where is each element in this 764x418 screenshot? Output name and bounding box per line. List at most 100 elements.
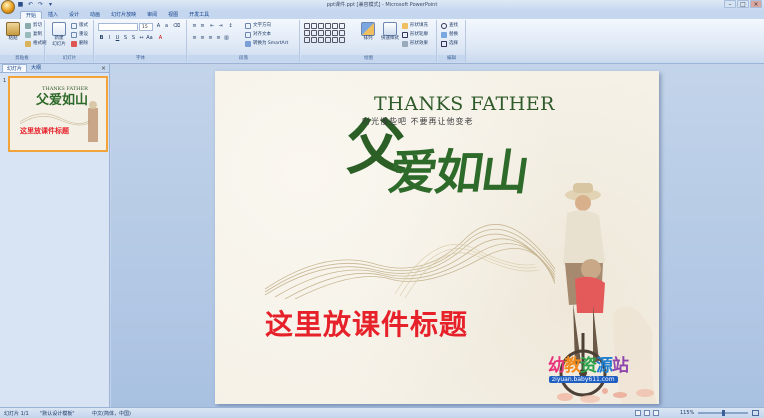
shape-icon[interactable] xyxy=(318,37,324,43)
tab-review[interactable]: 审阅 xyxy=(142,11,162,19)
maximize-button[interactable]: □ xyxy=(737,0,749,8)
quick-styles-icon xyxy=(383,22,397,36)
tab-view[interactable]: 视图 xyxy=(163,11,183,19)
italic-icon[interactable]: I xyxy=(106,35,113,42)
justify-icon[interactable]: ≡ xyxy=(215,35,222,42)
title-bar: ■ ↶ ↷ ▾ ppt课件.ppt [兼容模式] - Microsoft Pow… xyxy=(0,0,764,14)
spacing-icon[interactable]: ↔ xyxy=(138,35,145,42)
shrink-font-icon[interactable]: a xyxy=(163,23,170,30)
shape-icon[interactable] xyxy=(325,23,331,29)
font-name-combo[interactable] xyxy=(98,23,138,31)
tab-insert[interactable]: 插入 xyxy=(43,11,63,19)
change-case-icon[interactable]: Aa xyxy=(146,35,153,42)
replace-icon xyxy=(441,32,447,38)
line-spacing-icon[interactable]: ↕ xyxy=(227,23,234,30)
shape-icon[interactable] xyxy=(325,37,331,43)
select-button[interactable]: 选择 xyxy=(441,40,458,48)
slide-canvas[interactable]: 父 THANKS FATHER 时光慢些吧 不要再让他变老 爱如山 这里放课件标… xyxy=(215,71,659,404)
tab-outline[interactable]: 大纲 xyxy=(27,64,45,72)
slide-thumbnail[interactable]: THANKS FATHER 父爱如山 这里放课件标题 xyxy=(8,76,108,152)
copy-button[interactable]: 复制 xyxy=(25,31,42,39)
tab-design[interactable]: 设计 xyxy=(64,11,84,19)
columns-icon[interactable]: ▥ xyxy=(223,35,230,42)
arrange-icon xyxy=(361,22,375,36)
tab-slideshow[interactable]: 幻灯片放映 xyxy=(106,11,141,19)
shape-effects-button[interactable]: 形状效果 xyxy=(402,40,428,48)
shape-fill-button[interactable]: 形状填充 xyxy=(402,22,428,30)
powerpoint-window: ■ ↶ ↷ ▾ ppt课件.ppt [兼容模式] - Microsoft Pow… xyxy=(0,0,764,418)
shape-icon[interactable] xyxy=(332,23,338,29)
window-controls: – □ × xyxy=(724,0,762,8)
cut-button[interactable]: 剪切 xyxy=(25,22,42,30)
shape-icon[interactable] xyxy=(311,37,317,43)
align-left-icon[interactable]: ≡ xyxy=(191,35,198,42)
reset-button[interactable]: 重设 xyxy=(71,31,88,39)
tab-developer[interactable]: 开发工具 xyxy=(184,11,214,19)
decrease-indent-icon[interactable]: ⇤ xyxy=(209,23,216,30)
format-painter-button[interactable]: 格式刷 xyxy=(25,40,47,48)
slide-number: 1 xyxy=(3,78,7,84)
smartart-button[interactable]: 转换为 SmartArt xyxy=(245,40,288,48)
text-direction-button[interactable]: 文字方向 xyxy=(245,22,271,30)
font-size-combo[interactable]: 15 xyxy=(139,23,153,31)
shape-icon[interactable] xyxy=(325,30,331,36)
bullets-icon[interactable]: ≡ xyxy=(191,23,198,30)
ribbon-tabs: 开始 插入 设计 动画 幻灯片放映 审阅 视图 开发工具 xyxy=(0,10,764,19)
shapes-gallery[interactable] xyxy=(304,23,352,44)
ribbon: 粘贴 剪切 复制 格式刷 剪贴板 新建 幻灯片 版式 重设 删除 幻灯片 15 … xyxy=(0,19,764,64)
underline-icon[interactable]: U xyxy=(114,35,121,42)
slideshow-view-icon[interactable] xyxy=(653,410,659,416)
font-label: 字体 xyxy=(95,55,186,62)
align-center-icon[interactable]: ≡ xyxy=(199,35,206,42)
quick-styles-button[interactable]: 快速样式 xyxy=(379,22,401,52)
clear-format-icon[interactable]: ⌫ xyxy=(173,23,180,30)
strikethrough-icon[interactable]: S xyxy=(122,35,129,42)
office-button[interactable] xyxy=(1,0,15,14)
paragraph-group: ≡ ≡ ⇤ ⇥ ↕ ≡ ≡ ≡ ≡ ▥ 文字方向 对齐文本 转换为 SmartA… xyxy=(188,20,300,62)
close-button[interactable]: × xyxy=(750,0,762,8)
tab-slides[interactable]: 幻灯片 xyxy=(2,64,28,72)
new-slide-button[interactable]: 新建 幻灯片 xyxy=(48,22,70,52)
fit-to-window-icon[interactable] xyxy=(752,410,759,416)
shape-icon[interactable] xyxy=(318,30,324,36)
paste-button[interactable]: 粘贴 xyxy=(2,22,24,52)
minimize-button[interactable]: – xyxy=(724,0,736,8)
shape-icon[interactable] xyxy=(318,23,324,29)
shape-icon[interactable] xyxy=(304,30,310,36)
layout-button[interactable]: 版式 xyxy=(71,22,88,30)
align-right-icon[interactable]: ≡ xyxy=(207,35,214,42)
numbering-icon[interactable]: ≡ xyxy=(199,23,206,30)
shape-icon[interactable] xyxy=(339,37,345,43)
shape-outline-button[interactable]: 形状轮廓 xyxy=(402,31,428,39)
tab-animations[interactable]: 动画 xyxy=(85,11,105,19)
tab-home[interactable]: 开始 xyxy=(20,11,43,19)
zoom-level[interactable]: 115% xyxy=(680,410,694,416)
close-icon[interactable]: × xyxy=(101,64,106,73)
thumbnail-title: 这里放课件标题 xyxy=(20,127,69,135)
find-button[interactable]: 查找 xyxy=(441,22,458,30)
grow-font-icon[interactable]: A xyxy=(155,23,162,30)
font-color-icon[interactable]: A xyxy=(157,35,164,42)
thumbnail-graphic: THANKS FATHER 父爱如山 xyxy=(10,78,106,150)
shape-icon[interactable] xyxy=(339,30,345,36)
arrange-button[interactable]: 排列 xyxy=(357,22,379,52)
shape-icon[interactable] xyxy=(304,23,310,29)
shape-icon[interactable] xyxy=(304,37,310,43)
normal-view-icon[interactable] xyxy=(635,410,641,416)
shape-icon[interactable] xyxy=(311,23,317,29)
shadow-icon[interactable]: S xyxy=(130,35,137,42)
sorter-view-icon[interactable] xyxy=(644,410,650,416)
slide-title[interactable]: 这里放课件标题 xyxy=(265,303,468,343)
bold-icon[interactable]: B xyxy=(98,35,105,42)
replace-button[interactable]: 替换 xyxy=(441,31,458,39)
zoom-slider-thumb[interactable] xyxy=(722,410,725,416)
shape-icon[interactable] xyxy=(332,37,338,43)
align-text-button[interactable]: 对齐文本 xyxy=(245,31,271,39)
increase-indent-icon[interactable]: ⇥ xyxy=(217,23,224,30)
shape-icon[interactable] xyxy=(332,30,338,36)
select-icon xyxy=(441,41,447,47)
language-indicator[interactable]: 中文(简体，中国) xyxy=(92,410,131,417)
shape-icon[interactable] xyxy=(339,23,345,29)
shape-icon[interactable] xyxy=(311,30,317,36)
delete-button[interactable]: 删除 xyxy=(71,40,88,48)
